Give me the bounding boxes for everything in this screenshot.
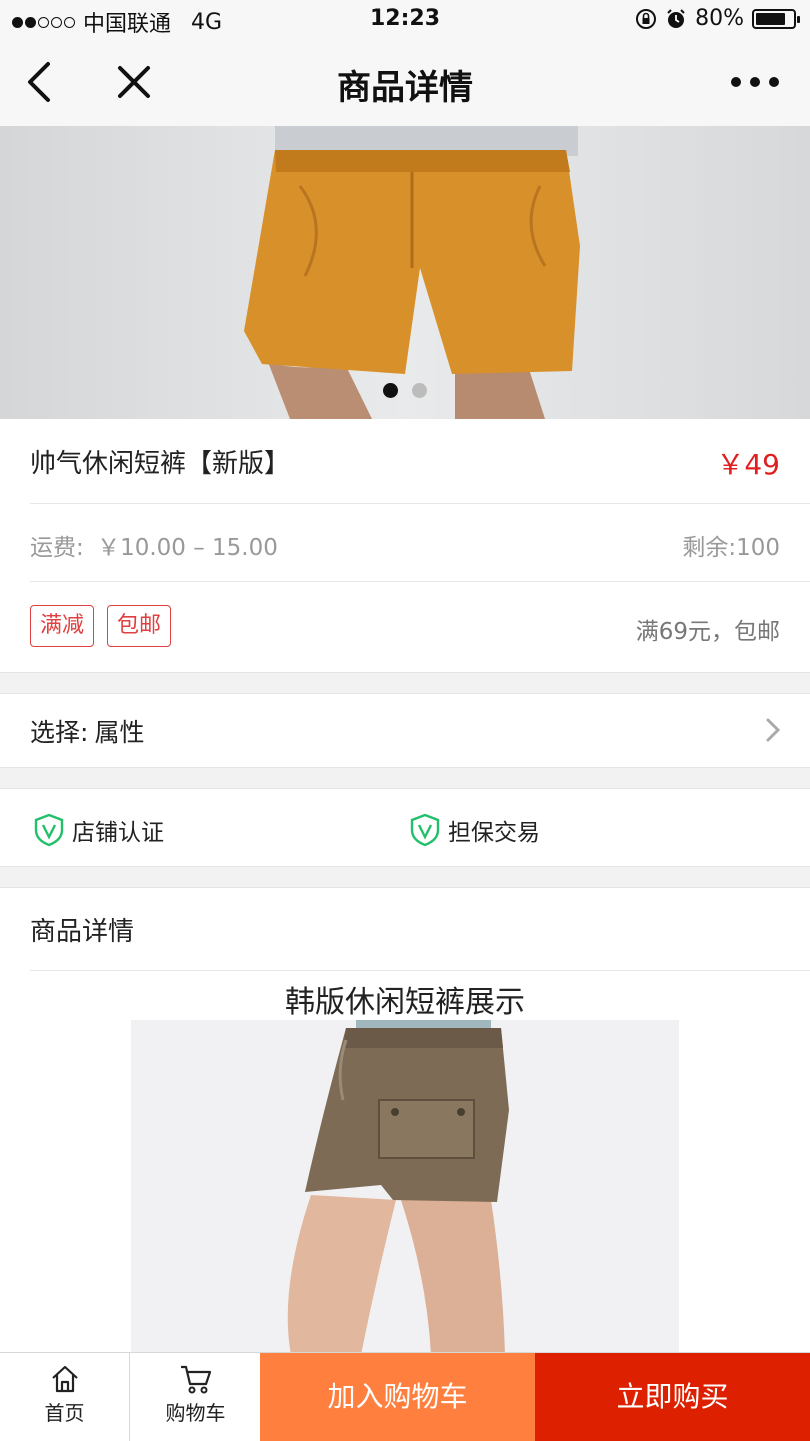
more-horizontal-icon[interactable] bbox=[730, 70, 780, 94]
shipping-label: 运费: bbox=[30, 535, 84, 561]
shield-check-icon bbox=[34, 813, 64, 847]
tag-discount: 满减 bbox=[30, 605, 95, 647]
divider bbox=[30, 581, 810, 582]
add-to-cart-button[interactable]: 加入购物车 bbox=[260, 1353, 535, 1441]
battery-percent: 80% bbox=[695, 6, 744, 31]
alarm-icon bbox=[667, 8, 685, 28]
product-image-carousel[interactable] bbox=[0, 126, 810, 419]
stock-remaining: 剩余:100 bbox=[682, 535, 780, 561]
home-button[interactable]: 首页 bbox=[0, 1353, 130, 1441]
detail-photo-shorts bbox=[131, 1020, 679, 1355]
carousel-dot[interactable] bbox=[412, 383, 427, 398]
product-title: 帅气休闲短裤【新版】 bbox=[30, 449, 291, 479]
battery-icon bbox=[752, 8, 800, 29]
status-bar: 中国联通 4G 12:23 80% bbox=[0, 0, 810, 40]
product-photo-shorts bbox=[244, 126, 580, 419]
carousel-dots bbox=[0, 383, 810, 398]
divider bbox=[30, 970, 810, 971]
chevron-right-icon bbox=[766, 718, 781, 742]
details-caption: 韩版休闲短裤展示 bbox=[285, 985, 525, 1020]
details-heading: 商品详情 bbox=[30, 917, 135, 947]
guarantee-store-verified: 店铺认证 bbox=[32, 812, 164, 848]
home-label: 首页 bbox=[44, 1401, 85, 1425]
bottom-action-bar: 首页 购物车 加入购物车 立即购买 bbox=[0, 1352, 810, 1441]
home-icon bbox=[51, 1365, 78, 1393]
shield-check-icon bbox=[410, 813, 440, 847]
section-gap bbox=[0, 866, 810, 888]
shipping-fee: 运费: ￥10.00 – 15.00 bbox=[30, 528, 780, 562]
product-price: ￥49 bbox=[716, 448, 780, 481]
select-label: 选择: 属性 bbox=[30, 718, 145, 747]
nav-bar: 商品详情 bbox=[0, 40, 810, 127]
select-value: 属性 bbox=[94, 718, 145, 747]
tag-free-shipping: 包邮 bbox=[107, 605, 172, 647]
page-title: 商品详情 bbox=[337, 68, 473, 108]
promo-text: 满69元，包邮 bbox=[635, 619, 780, 645]
carousel-dot[interactable] bbox=[383, 383, 398, 398]
shipping-range: ￥10.00 – 15.00 bbox=[97, 535, 278, 561]
select-attributes-row[interactable]: 选择: 属性 bbox=[0, 693, 810, 767]
cart-icon bbox=[180, 1365, 211, 1394]
guarantee-label: 店铺认证 bbox=[72, 820, 164, 846]
guarantee-secured-trade: 担保交易 bbox=[408, 812, 540, 848]
detail-photo-graphic bbox=[287, 1020, 509, 1355]
section-gap bbox=[0, 767, 810, 789]
cart-label: 购物车 bbox=[165, 1401, 226, 1425]
status-right: 80% bbox=[635, 6, 800, 31]
section-gap bbox=[0, 672, 810, 694]
cart-tab-button[interactable]: 购物车 bbox=[131, 1353, 260, 1441]
buy-now-button[interactable]: 立即购买 bbox=[535, 1353, 810, 1441]
divider bbox=[30, 503, 810, 504]
guarantee-label: 担保交易 bbox=[448, 820, 540, 846]
rotation-lock-icon bbox=[636, 8, 657, 29]
